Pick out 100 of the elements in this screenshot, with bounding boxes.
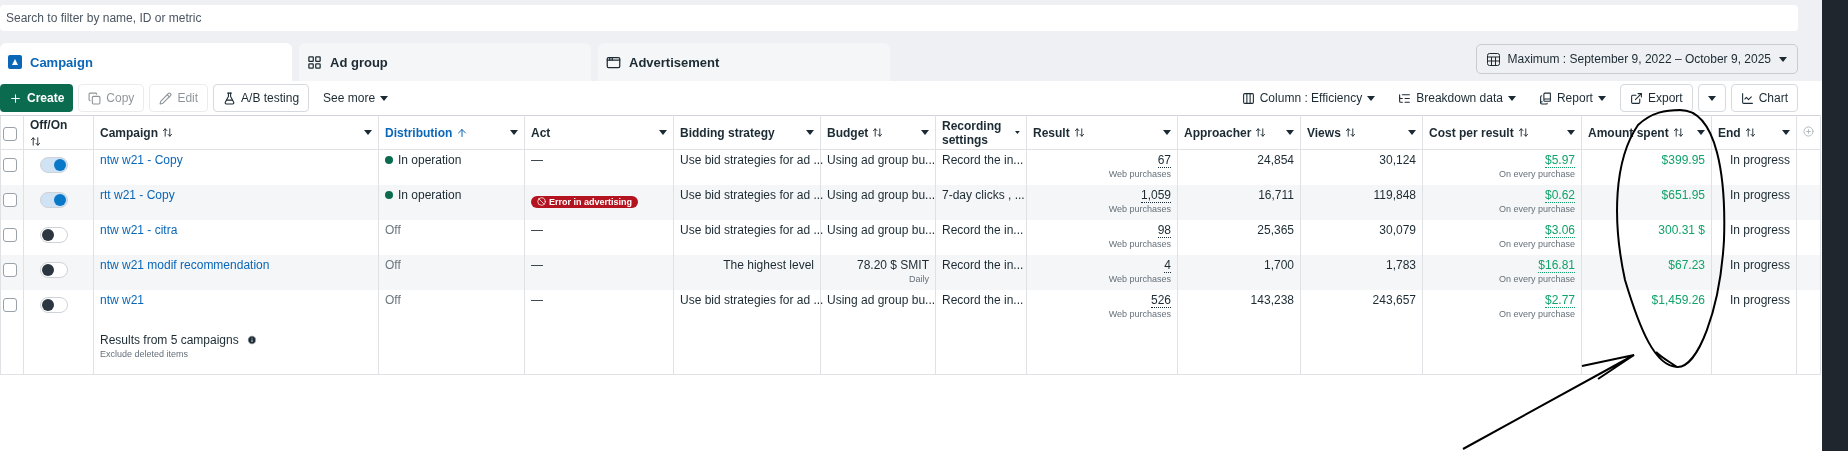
caret-icon [806,130,814,135]
column-header[interactable]: Act [524,115,674,150]
column-header[interactable]: Amount spent [1581,115,1712,150]
sort-icon [1073,127,1085,138]
cost-note: On every purchase [1497,238,1575,249]
flask-icon [223,91,237,105]
toggle-switch[interactable] [40,226,68,243]
table-cell: 1,700 [1263,257,1294,272]
row-checkbox[interactable] [3,297,17,312]
result-note: Web purchases [1107,308,1171,319]
chart-icon [1740,91,1754,105]
result-value: 4 [1164,257,1171,273]
table-cell: 30,124 [1379,153,1416,167]
cost-value: $3.06 [1544,222,1575,238]
campaign-link[interactable]: ntw w21 - Copy [100,153,183,167]
amount-value: $651.95 [1661,187,1705,202]
dash-text: — [531,292,543,307]
table-cell: 24,854 [1257,153,1294,167]
table-cell: In progress [1729,153,1790,167]
result-value: 98 [1157,222,1171,238]
sort-icon [1744,127,1756,138]
row-checkbox[interactable] [3,262,17,277]
column-header[interactable]: End [1711,115,1797,150]
status-dot [385,190,393,199]
tab[interactable]: Campaign [0,43,292,81]
column-header[interactable]: Recording settings [935,115,1027,150]
cost-value: $0.62 [1544,187,1575,203]
toolbar-button[interactable]: Chart [1730,84,1798,112]
toggle-switch[interactable] [40,157,68,173]
amount-value: 300.31 $ [1658,222,1705,237]
table-cell: 25,365 [1257,222,1294,237]
result-note: Web purchases [1107,169,1171,179]
amount-value: $399.95 [1661,153,1705,167]
toolbar-button[interactable]: Create [0,84,74,112]
campaign-link[interactable]: ntw w21 - citra [100,222,178,237]
table-cell: Record the in... [942,222,1024,237]
tab[interactable]: Advertisement [598,43,890,81]
campaign-link[interactable]: rtt w21 - Copy [100,187,175,202]
table-cell: 7-day clicks , ... [942,187,1025,202]
copy-icon [88,91,102,105]
plus-icon [9,91,22,105]
caret-icon [510,130,518,135]
flag-icon [8,55,22,69]
caret-icon [1286,130,1294,135]
column-header[interactable]: Distribution [378,115,525,150]
result-value: 67 [1157,153,1171,168]
toggle-switch[interactable] [40,296,68,313]
column-header[interactable]: Off/On [23,115,94,150]
table-cell: Using ad group bu... [827,153,936,167]
info-icon[interactable] [246,334,257,345]
table-cell: 78.20 $ SMIT [856,257,929,272]
search-field[interactable]: Search to filter by name, ID or metric [0,5,1798,31]
result-value: 526 [1150,292,1171,308]
column-header[interactable]: Views [1300,115,1423,150]
row-checkbox[interactable] [3,227,17,242]
cost-note: On every purchase [1497,273,1575,284]
campaign-link[interactable]: ntw w21 modif recommendation [100,257,270,272]
toggle-switch[interactable] [40,261,68,278]
column-header[interactable]: Budget [820,115,936,150]
status-text: In operation [398,187,462,202]
dash-text: — [531,222,543,237]
table-cell: Use bid strategies for ad ... [680,222,824,237]
sort-icon [872,127,884,138]
table-cell: 16,711 [1258,187,1294,202]
column-header[interactable]: Cost per result [1422,115,1582,150]
column-header[interactable]: Campaign [93,115,379,150]
table-cell: In progress [1729,222,1790,237]
columns-icon [1241,91,1255,105]
sort-icon [1672,127,1684,138]
table-cell: Use bid strategies for ad ... [680,187,824,202]
table-cell: 243,657 [1372,292,1416,307]
cost-note: On every purchase [1497,203,1575,214]
caret-icon [1782,130,1790,135]
summary-note: Exclude deleted items [100,348,190,359]
toolbar-button[interactable]: A/B testing [213,84,310,112]
caret-icon [1163,130,1171,135]
caret-icon [380,95,389,101]
cost-value: $2.77 [1544,292,1575,308]
calendar-icon [1486,52,1500,66]
table-cell: Use bid strategies for ad ... [680,153,824,167]
sort-icon [1255,127,1267,138]
row-checkbox[interactable] [3,158,17,172]
caret-icon [1015,130,1020,135]
grid-icon [307,54,322,70]
toolbar-button[interactable]: Export [1619,84,1693,112]
checkbox[interactable] [3,126,17,141]
table-cell: In progress [1729,292,1790,307]
result-note: Web purchases [1107,203,1171,214]
date-range-button[interactable]: Maximum : September 9, 2022 – October 9, 2025 [1475,44,1798,74]
dropdown-button[interactable] [1697,84,1726,112]
toggle-switch[interactable] [40,191,68,208]
tab[interactable]: Ad group [299,43,591,81]
column-header[interactable]: Bidding strategy [673,115,821,150]
table-cell: 119,848 [1373,187,1416,202]
campaign-link[interactable]: ntw w21 [100,292,145,307]
row-checkbox[interactable] [3,192,17,207]
column-header[interactable]: Approacher [1177,115,1301,150]
list-icon [1398,91,1412,105]
status-text: Off [385,222,401,237]
column-header[interactable]: Result [1026,115,1178,150]
